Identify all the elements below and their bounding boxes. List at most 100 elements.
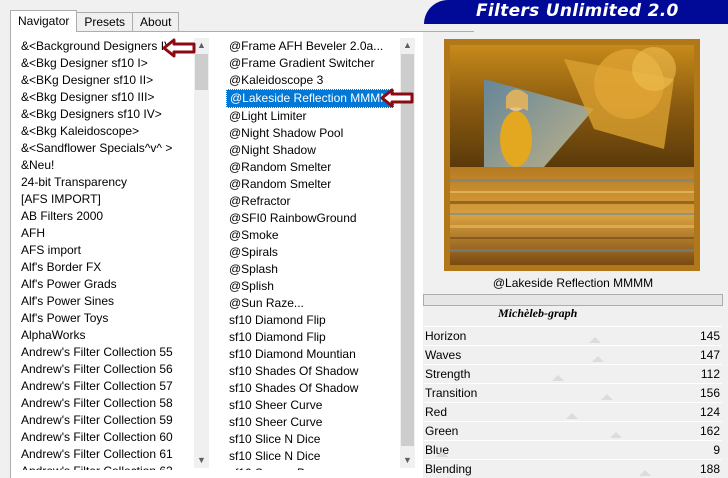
slider-thumb-icon[interactable] — [601, 394, 613, 400]
categories-item[interactable]: AlphaWorks — [18, 327, 194, 344]
filters-item[interactable]: @Light Limiter — [226, 108, 398, 125]
categories-item-label: Andrew's Filter Collection 61 — [21, 447, 173, 461]
slider-thumb-icon[interactable] — [639, 470, 651, 476]
slider-blending[interactable]: Blending 188 — [424, 459, 722, 478]
categories-item[interactable]: Andrew's Filter Collection 61 — [18, 446, 194, 463]
categories-item[interactable]: Andrew's Filter Collection 59 — [18, 412, 194, 429]
categories-item[interactable]: Alf's Power Toys — [18, 310, 194, 327]
categories-item[interactable]: Alf's Power Grads — [18, 276, 194, 293]
tab-presets[interactable]: Presets — [76, 12, 134, 32]
slider-value: 124 — [699, 405, 720, 419]
slider-thumb-icon[interactable] — [610, 432, 622, 438]
categories-item[interactable]: &<Bkg Designers sf10 IV> — [18, 106, 194, 123]
filters-item[interactable]: sf10 Sheer Curve — [226, 414, 398, 431]
categories-item[interactable]: Andrew's Filter Collection 58 — [18, 395, 194, 412]
filters-item-label: @Night Shadow — [229, 143, 316, 157]
filters-item[interactable]: @Refractor — [226, 193, 398, 210]
scroll-down-icon[interactable]: ▼ — [400, 453, 415, 468]
categories-item-label: &<Bkg Kaleidoscope> — [21, 124, 140, 138]
categories-item-label: &<BKg Designer sf10 II> — [21, 73, 154, 87]
filters-item-label: @Refractor — [229, 194, 291, 208]
filters-item[interactable]: @Smoke — [226, 227, 398, 244]
scroll-up-icon[interactable]: ▲ — [400, 38, 415, 53]
filters-item-label: @Frame AFH Beveler 2.0a... — [229, 39, 384, 53]
scroll-thumb[interactable] — [195, 54, 208, 90]
filters-item[interactable]: sf10 Slice N Dice — [226, 431, 398, 448]
categories-item[interactable]: &<Bkg Designer sf10 III> — [18, 89, 194, 106]
filters-item-label: @SFI0 RainbowGround — [229, 211, 357, 225]
scroll-thumb[interactable] — [401, 54, 414, 446]
scroll-down-icon[interactable]: ▼ — [194, 453, 209, 468]
slider-strength[interactable]: Strength 112 — [424, 364, 722, 383]
filters-item[interactable]: sf10 Diamond Mountian — [226, 346, 398, 363]
filters-item[interactable]: sf10 Square Bump — [226, 465, 398, 470]
filters-item[interactable]: @Frame Gradient Switcher — [226, 55, 398, 72]
categories-item[interactable]: &Neu! — [18, 157, 194, 174]
categories-item[interactable]: 24-bit Transparency — [18, 174, 194, 191]
slider-blue[interactable]: Blue 9 — [424, 440, 722, 459]
pointer-arrow-icon — [162, 38, 196, 58]
categories-item[interactable]: &<Sandflower Specials^v^ > — [18, 140, 194, 157]
filters-item-label: sf10 Shades Of Shadow — [229, 381, 359, 395]
filters-item[interactable]: @Lakeside Reflection MMMM — [226, 89, 398, 108]
categories-item[interactable]: Andrew's Filter Collection 55 — [18, 344, 194, 361]
filters-item[interactable]: @Night Shadow Pool — [226, 125, 398, 142]
categories-item-label: &<Sandflower Specials^v^ > — [21, 141, 173, 155]
filters-item[interactable]: @Random Smelter — [226, 176, 398, 193]
filters-item-label: @Sun Raze... — [229, 296, 304, 310]
categories-item-label: Alf's Power Grads — [21, 277, 117, 291]
tab-about[interactable]: About — [132, 12, 180, 32]
filters-item[interactable]: @Splish — [226, 278, 398, 295]
categories-item[interactable]: Alf's Border FX — [18, 259, 194, 276]
filters-item[interactable]: @SFI0 RainbowGround — [226, 210, 398, 227]
pointer-arrow-icon — [380, 88, 414, 108]
filters-item[interactable]: @Frame AFH Beveler 2.0a... — [226, 38, 398, 55]
categories-item[interactable]: Andrew's Filter Collection 60 — [18, 429, 194, 446]
categories-item[interactable]: [AFS IMPORT] — [18, 191, 194, 208]
category-list[interactable]: &<Background Designers IV> &<Bkg Designer… — [18, 38, 194, 470]
category-scrollbar[interactable]: ▲ ▼ — [194, 38, 209, 468]
filters-item[interactable]: @Splash — [226, 261, 398, 278]
categories-item[interactable]: &<Bkg Kaleidoscope> — [18, 123, 194, 140]
categories-item[interactable]: AB Filters 2000 — [18, 208, 194, 225]
slider-thumb-icon[interactable] — [566, 413, 578, 419]
filters-item[interactable]: @Night Shadow — [226, 142, 398, 159]
filters-item[interactable]: sf10 Shades Of Shadow — [226, 380, 398, 397]
scroll-up-icon[interactable]: ▲ — [194, 38, 209, 53]
filters-item[interactable]: @Sun Raze... — [226, 295, 398, 312]
slider-value: 162 — [699, 424, 720, 438]
filters-item[interactable]: @Spirals — [226, 244, 398, 261]
filters-item[interactable]: sf10 Shades Of Shadow — [226, 363, 398, 380]
slider-red[interactable]: Red 124 — [424, 402, 722, 421]
slider-label: Waves — [425, 348, 462, 362]
tab-navigator[interactable]: Navigator — [10, 10, 78, 32]
slider-thumb-icon[interactable] — [589, 337, 601, 343]
categories-item[interactable]: &<BKg Designer sf10 II> — [18, 72, 194, 89]
slider-waves[interactable]: Waves 147 — [424, 345, 722, 364]
parameter-sliders: Horizon 145 Waves 147 Strength 112 Transition 1… — [424, 326, 722, 478]
categories-item[interactable]: Andrew's Filter Collection 62 — [18, 463, 194, 470]
slider-label: Blending — [425, 462, 472, 476]
slider-thumb-icon[interactable] — [592, 356, 604, 362]
slider-green[interactable]: Green 162 — [424, 421, 722, 440]
filters-item-label: sf10 Slice N Dice — [229, 432, 321, 446]
categories-item[interactable]: Alf's Power Sines — [18, 293, 194, 310]
filters-item[interactable]: sf10 Diamond Flip — [226, 312, 398, 329]
slider-transition[interactable]: Transition 156 — [424, 383, 722, 402]
categories-item[interactable]: Andrew's Filter Collection 56 — [18, 361, 194, 378]
filters-item[interactable]: @Random Smelter — [226, 159, 398, 176]
filters-item[interactable]: sf10 Sheer Curve — [226, 397, 398, 414]
filters-item[interactable]: sf10 Slice N Dice — [226, 448, 398, 465]
categories-item[interactable]: Andrew's Filter Collection 57 — [18, 378, 194, 395]
slider-thumb-icon[interactable] — [552, 375, 564, 381]
filters-item[interactable]: @Kaleidoscope 3 — [226, 72, 398, 89]
categories-item-label: AFH — [21, 226, 45, 240]
filters-item[interactable]: sf10 Diamond Flip — [226, 329, 398, 346]
filter-list[interactable]: @Frame AFH Beveler 2.0a... @Frame Gradien… — [226, 38, 398, 470]
slider-thumb-icon[interactable] — [436, 451, 448, 457]
categories-item[interactable]: AFH — [18, 225, 194, 242]
categories-item[interactable]: AFS import — [18, 242, 194, 259]
slider-horizon[interactable]: Horizon 145 — [424, 326, 722, 345]
categories-item-label: AlphaWorks — [21, 328, 86, 342]
filters-item-label: sf10 Sheer Curve — [229, 398, 323, 412]
